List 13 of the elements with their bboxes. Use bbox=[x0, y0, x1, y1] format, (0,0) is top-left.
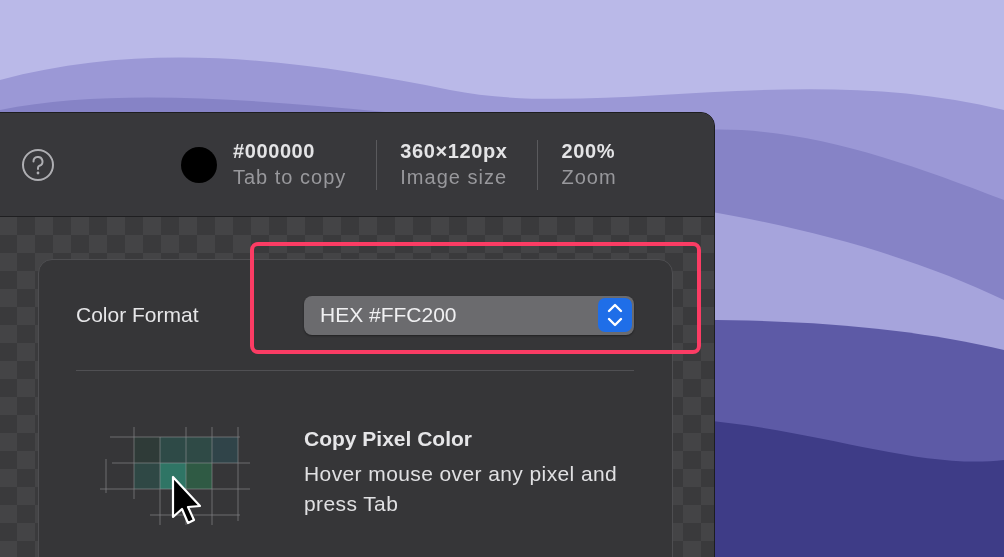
stat-label: Tab to copy bbox=[233, 166, 347, 189]
color-swatch bbox=[181, 146, 217, 183]
stat-value: 200% bbox=[561, 140, 617, 163]
stat-label: Image size bbox=[400, 166, 508, 189]
color-format-label: Color Format bbox=[76, 303, 200, 327]
stat-label: Zoom bbox=[561, 166, 617, 189]
color-format-select[interactable]: HEX #FFC200 bbox=[304, 295, 634, 335]
feature-title: Copy Pixel Color bbox=[304, 427, 474, 451]
help-icon[interactable] bbox=[21, 147, 55, 182]
feature-description: Hover mouse over any pixel and press Tab bbox=[304, 461, 619, 517]
stat-value: 360×120px bbox=[400, 140, 508, 163]
stat-value: #000000 bbox=[233, 140, 317, 163]
stepper-icon bbox=[598, 298, 632, 332]
